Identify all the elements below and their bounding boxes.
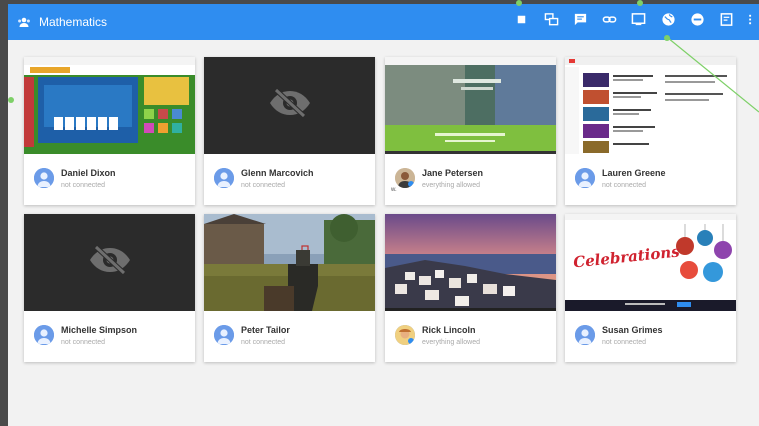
student-status: not connected	[61, 182, 105, 189]
presentation-button[interactable]	[628, 12, 648, 32]
eye-off-icon	[267, 88, 313, 123]
class-title: Mathematics	[39, 15, 108, 29]
student-card[interactable]: Peter Tailor not connected	[204, 214, 375, 362]
link-icon	[602, 12, 617, 32]
web-filter-button[interactable]	[658, 12, 678, 32]
screen-thumbnail[interactable]	[24, 57, 195, 154]
screen-thumbnail[interactable]	[385, 57, 556, 154]
eye-off-icon	[87, 245, 133, 280]
student-name: Michelle Simpson	[61, 325, 138, 335]
block-icon	[690, 12, 705, 32]
class-icon	[17, 15, 31, 29]
student-card[interactable]: Lauren Greene not connected	[565, 57, 736, 205]
avatar	[214, 168, 234, 188]
screen-thumbnail[interactable]	[204, 214, 375, 311]
student-name: Susan Grimes	[602, 325, 663, 335]
more-icon	[748, 12, 756, 32]
message-icon	[573, 12, 588, 32]
annotation-marker	[664, 35, 670, 41]
avatar-mark: w.	[391, 187, 397, 193]
more-button[interactable]	[745, 12, 759, 32]
avatar	[214, 325, 234, 345]
annotation-marker	[637, 0, 643, 6]
screen-thumbnail[interactable]	[565, 57, 736, 154]
student-status: not connected	[241, 339, 285, 346]
share-screen-button[interactable]	[541, 12, 561, 32]
student-card[interactable]: Celebrations Susan Grimes not connected	[565, 214, 736, 362]
hidden-screen[interactable]	[204, 57, 375, 154]
student-name: Rick Lincoln	[422, 325, 476, 335]
student-card[interactable]: Rick Lincoln everything allowed	[385, 214, 556, 362]
share-screen-icon	[544, 12, 559, 32]
avatar	[34, 325, 54, 345]
top-bar: Mathematics	[8, 4, 759, 40]
block-button[interactable]	[687, 12, 707, 32]
avatar	[395, 325, 415, 345]
student-status: not connected	[602, 182, 646, 189]
web-filter-icon	[661, 12, 676, 32]
student-status: not connected	[241, 182, 285, 189]
hidden-screen[interactable]	[24, 214, 195, 311]
screen-thumbnail[interactable]	[385, 214, 556, 311]
report-button[interactable]	[716, 12, 736, 32]
student-card[interactable]: Daniel Dixon not connected	[24, 57, 195, 205]
student-name: Peter Tailor	[241, 325, 290, 335]
classroom-window: Mathematics Daniel Dixon not connected G…	[8, 4, 759, 426]
link-button[interactable]	[599, 12, 619, 32]
message-button[interactable]	[570, 12, 590, 32]
student-card[interactable]: Glenn Marcovich not connected	[204, 57, 375, 205]
student-status: everything allowed	[422, 339, 480, 346]
avatar	[395, 168, 415, 188]
presentation-icon	[631, 12, 646, 32]
avatar	[575, 168, 595, 188]
annotation-marker	[8, 97, 14, 103]
student-name: Lauren Greene	[602, 168, 666, 178]
student-status: everything allowed	[422, 182, 480, 189]
student-name: Jane Petersen	[422, 168, 484, 178]
avatar	[34, 168, 54, 188]
annotation-marker	[516, 0, 522, 6]
student-status: not connected	[61, 339, 105, 346]
avatar	[575, 325, 595, 345]
screen-thumbnail[interactable]: Celebrations	[565, 214, 736, 311]
student-status: not connected	[602, 339, 646, 346]
student-name: Daniel Dixon	[61, 168, 116, 178]
stop-button[interactable]	[511, 12, 531, 32]
student-name: Glenn Marcovich	[241, 168, 314, 178]
student-card[interactable]: w. Jane Petersen everything allowed	[385, 57, 556, 205]
student-card[interactable]: Michelle Simpson not connected	[24, 214, 195, 362]
stop-icon	[514, 12, 529, 32]
report-icon	[719, 12, 734, 32]
